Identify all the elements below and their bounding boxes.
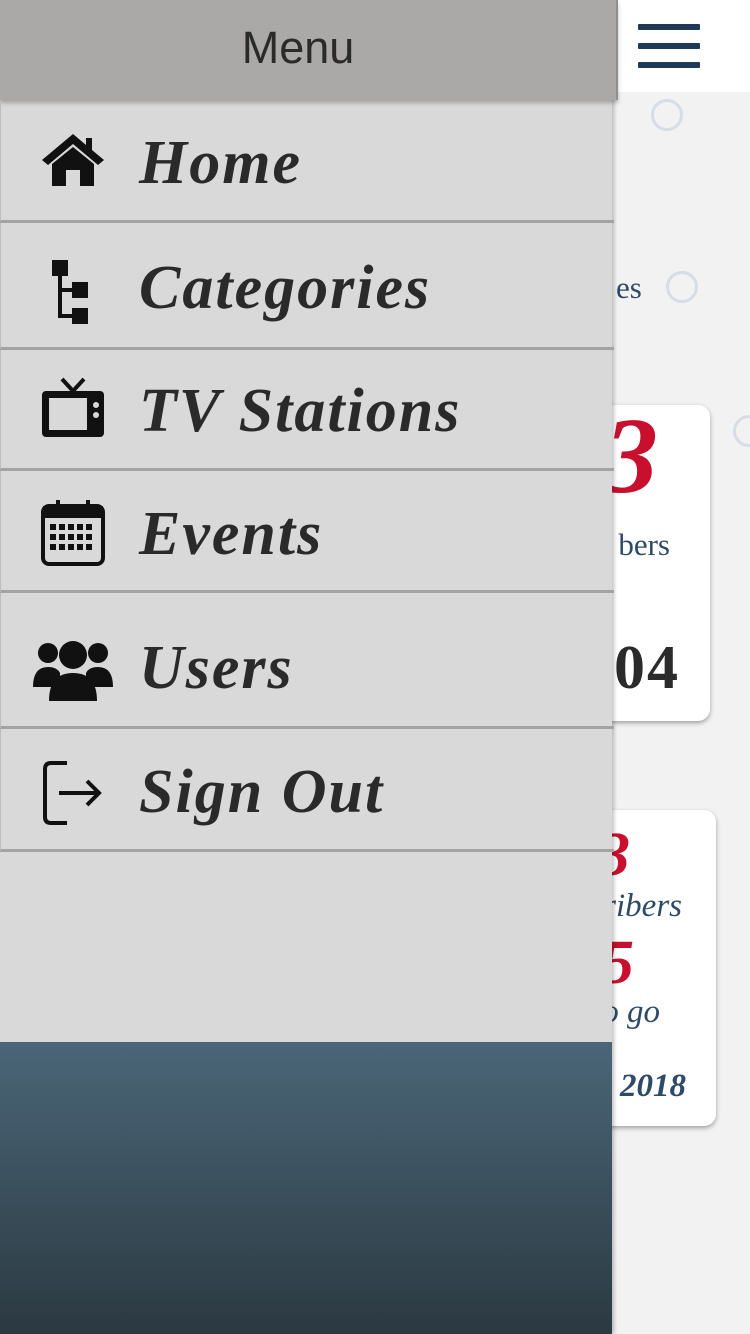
card-label: bers xyxy=(618,527,670,562)
sign-out-icon xyxy=(31,751,115,835)
menu-item-label: Events xyxy=(139,500,324,568)
menu-item-tv-stations[interactable]: TV Stations xyxy=(0,350,614,471)
sitemap-icon xyxy=(31,251,115,335)
menu-item-label: Home xyxy=(139,129,302,197)
menu-item-label: Categories xyxy=(139,254,432,322)
menu-item-sign-out[interactable]: Sign Out xyxy=(0,729,614,852)
card-total: 04 xyxy=(614,634,680,702)
drawer-header: Menu xyxy=(0,0,618,100)
card-label: ribers xyxy=(603,888,682,924)
ring-decoration xyxy=(651,99,683,131)
menu-item-users[interactable]: Users xyxy=(0,593,614,729)
menu-item-label: TV Stations xyxy=(139,377,462,445)
menu-item-home[interactable]: Home xyxy=(0,102,614,223)
menu-item-label: Users xyxy=(139,634,294,702)
side-drawer: Menu Home Categories TV Stations Events … xyxy=(0,0,618,1334)
calendar-icon xyxy=(31,491,115,575)
menu-item-label: Sign Out xyxy=(139,758,385,826)
hamburger-menu-icon[interactable] xyxy=(638,24,700,68)
ring-decoration xyxy=(666,271,698,303)
drawer-title: Menu xyxy=(241,22,355,73)
background-tab-label: es xyxy=(616,270,642,305)
drawer-footer xyxy=(0,1042,612,1334)
users-icon xyxy=(31,627,115,711)
home-icon xyxy=(31,118,115,202)
menu-item-events[interactable]: Events xyxy=(0,471,614,593)
menu-item-categories[interactable]: Categories xyxy=(0,223,614,350)
ring-decoration xyxy=(733,415,750,447)
card-date: 2018 xyxy=(620,1068,686,1104)
tv-icon xyxy=(31,366,115,450)
